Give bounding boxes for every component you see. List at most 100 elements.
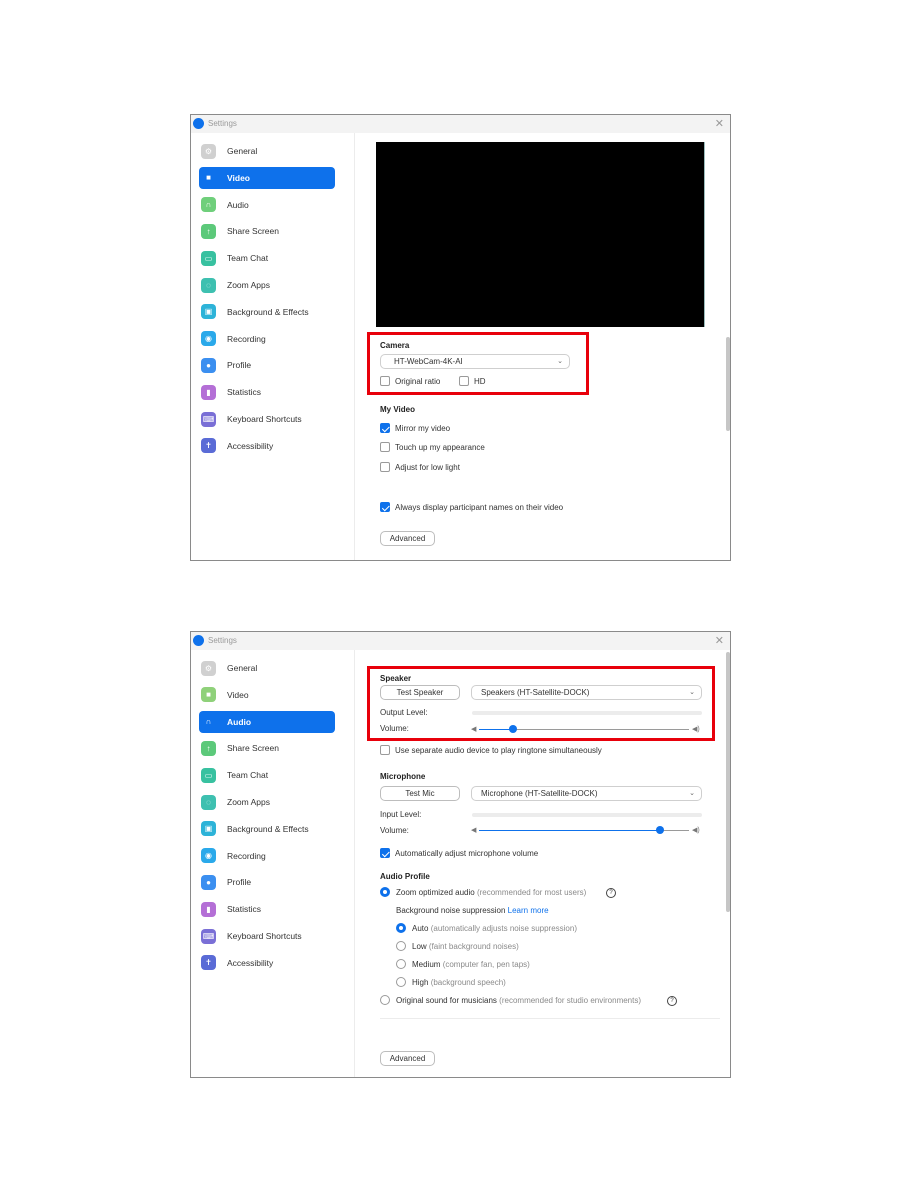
sidebar-item-keyboard-shortcuts[interactable]: ⌨ Keyboard Shortcuts — [199, 925, 335, 947]
sidebar-item-keyboard-shortcuts[interactable]: ⌨ Keyboard Shortcuts — [199, 408, 335, 430]
noise-low-radio[interactable] — [396, 941, 406, 951]
scrollbar[interactable] — [726, 652, 730, 912]
slider-knob[interactable] — [655, 826, 664, 834]
sidebar-item-team-chat[interactable]: ▭ Team Chat — [199, 247, 335, 269]
original-sound-radio[interactable] — [380, 995, 390, 1005]
chevron-down-icon: ⌄ — [689, 689, 695, 696]
settings-window-video: Settings ✕ ⚙ General ■ Video ∩ Audio ↑ Share Sc… — [190, 114, 731, 561]
sidebar-item-zoom-apps[interactable]: ◌ Zoom Apps — [199, 791, 335, 813]
noise-medium-radio[interactable] — [396, 959, 406, 969]
microphone-select-value: Microphone (HT-Satellite-DOCK) — [481, 789, 598, 798]
mirror-video-checkbox[interactable] — [380, 423, 390, 433]
accessibility-icon: ✝ — [201, 955, 216, 971]
mirror-video-label: Mirror my video — [395, 424, 451, 433]
speaker-high-icon: ◀) — [692, 827, 700, 834]
noise-level-label: Auto — [412, 924, 429, 933]
sidebar-item-general[interactable]: ⚙ General — [199, 140, 335, 162]
sidebar-item-video[interactable]: ■ Video — [199, 684, 335, 706]
sidebar-item-audio[interactable]: ∩ Audio — [199, 194, 335, 216]
sidebar-item-statistics[interactable]: ▮ Statistics — [199, 381, 335, 403]
sidebar-item-accessibility[interactable]: ✝ Accessibility — [199, 952, 335, 974]
noise-low-option: Low (faint background noises) — [412, 942, 519, 951]
original-ratio-label: Original ratio — [395, 377, 441, 386]
recording-icon: ◉ — [201, 331, 216, 347]
hd-label: HD — [474, 377, 486, 386]
divider — [380, 1018, 720, 1019]
sidebar-item-background-effects[interactable]: ▣ Background & Effects — [199, 818, 335, 840]
sidebar-item-label: Recording — [227, 333, 266, 344]
sidebar-item-label: Zoom Apps — [227, 280, 270, 290]
chevron-down-icon: ⌄ — [689, 790, 695, 797]
sidebar-item-label: Audio — [227, 199, 249, 210]
sidebar-item-statistics[interactable]: ▮ Statistics — [199, 898, 335, 920]
apps-icon: ◌ — [201, 277, 216, 293]
statistics-icon: ▮ — [201, 384, 216, 400]
sidebar-item-label: Zoom Apps — [227, 797, 270, 807]
sidebar-item-zoom-apps[interactable]: ◌ Zoom Apps — [199, 274, 335, 296]
accessibility-icon: ✝ — [201, 438, 216, 454]
sidebar-item-recording[interactable]: ◉ Recording — [199, 328, 335, 350]
help-icon[interactable]: ? — [667, 996, 677, 1006]
sidebar-item-recording[interactable]: ◉ Recording — [199, 845, 335, 867]
touch-up-checkbox[interactable] — [380, 442, 390, 452]
low-light-checkbox[interactable] — [380, 462, 390, 472]
scrollbar[interactable] — [726, 337, 730, 431]
sidebar-item-profile[interactable]: ● Profile — [199, 871, 335, 893]
sidebar: ⚙ General ■ Video ∩ Audio ↑ Share Screen ▭ Team C… — [191, 133, 355, 560]
camera-select[interactable]: HT-WebCam-4K-AI ⌄ — [380, 354, 570, 369]
sidebar-item-video[interactable]: ■ Video — [199, 166, 335, 189]
speaker-select[interactable]: Speakers (HT-Satellite-DOCK) ⌄ — [471, 685, 702, 700]
sidebar-item-general[interactable]: ⚙ General — [199, 657, 335, 679]
sidebar-item-share-screen[interactable]: ↑ Share Screen — [199, 737, 335, 759]
close-icon[interactable]: ✕ — [715, 117, 724, 130]
sidebar-item-label: Audio — [227, 716, 252, 727]
slider-knob[interactable] — [508, 725, 517, 733]
ringtone-label: Use separate audio device to play ringto… — [395, 746, 602, 755]
title-bar: Settings ✕ — [191, 115, 730, 133]
noise-high-radio[interactable] — [396, 977, 406, 987]
sidebar-item-profile[interactable]: ● Profile — [199, 354, 335, 376]
sidebar-item-background-effects[interactable]: ▣ Background & Effects — [199, 301, 335, 323]
camera-select-value: HT-WebCam-4K-AI — [394, 357, 463, 366]
speaker-low-icon: ◀ — [471, 726, 477, 733]
mic-volume-label: Volume: — [380, 826, 409, 835]
advanced-button[interactable]: Advanced — [380, 1051, 435, 1066]
sidebar-item-label: Keyboard Shortcuts — [227, 414, 302, 424]
advanced-button[interactable]: Advanced — [380, 531, 435, 546]
test-mic-button[interactable]: Test Mic — [380, 786, 460, 801]
noise-level-label: Low — [412, 942, 427, 951]
noise-level-label: Medium — [412, 960, 441, 969]
zoom-optimized-radio[interactable] — [380, 887, 390, 897]
slider-fill — [479, 729, 513, 730]
original-ratio-checkbox[interactable] — [380, 376, 390, 386]
close-icon[interactable]: ✕ — [715, 634, 724, 647]
speaker-low-icon: ◀ — [471, 827, 477, 834]
camera-heading: Camera — [380, 341, 410, 350]
help-icon[interactable]: ? — [606, 888, 616, 898]
hd-checkbox[interactable] — [459, 376, 469, 386]
learn-more-link[interactable]: Learn more — [508, 906, 549, 915]
headphones-icon: ∩ — [201, 197, 216, 213]
sidebar-item-label: Statistics — [227, 904, 262, 915]
recording-icon: ◉ — [201, 848, 216, 864]
microphone-select[interactable]: Microphone (HT-Satellite-DOCK) ⌄ — [471, 786, 702, 801]
sidebar-item-label: Video — [227, 689, 249, 700]
slider-fill — [479, 830, 660, 831]
auto-adjust-mic-checkbox[interactable] — [380, 848, 390, 858]
original-sound-option: Original sound for musicians (recommende… — [396, 996, 641, 1005]
sidebar-item-audio[interactable]: ∩ Audio — [199, 710, 335, 733]
test-speaker-button[interactable]: Test Speaker — [380, 685, 460, 700]
ringtone-checkbox[interactable] — [380, 745, 390, 755]
sidebar-item-accessibility[interactable]: ✝ Accessibility — [199, 435, 335, 457]
noise-auto-radio[interactable] — [396, 923, 406, 933]
zoom-optimized-hint: (recommended for most users) — [476, 888, 587, 897]
output-level-meter — [472, 711, 702, 715]
noise-suppression-row: Background noise suppression Learn more — [396, 906, 549, 915]
sidebar-item-share-screen[interactable]: ↑ Share Screen — [199, 220, 335, 242]
gear-icon: ⚙ — [201, 660, 216, 676]
display-names-checkbox[interactable] — [380, 502, 390, 512]
sidebar-item-team-chat[interactable]: ▭ Team Chat — [199, 764, 335, 786]
noise-level-hint: (faint background noises) — [428, 942, 519, 951]
sidebar-item-label: Video — [227, 172, 250, 183]
touch-up-label: Touch up my appearance — [395, 443, 485, 452]
